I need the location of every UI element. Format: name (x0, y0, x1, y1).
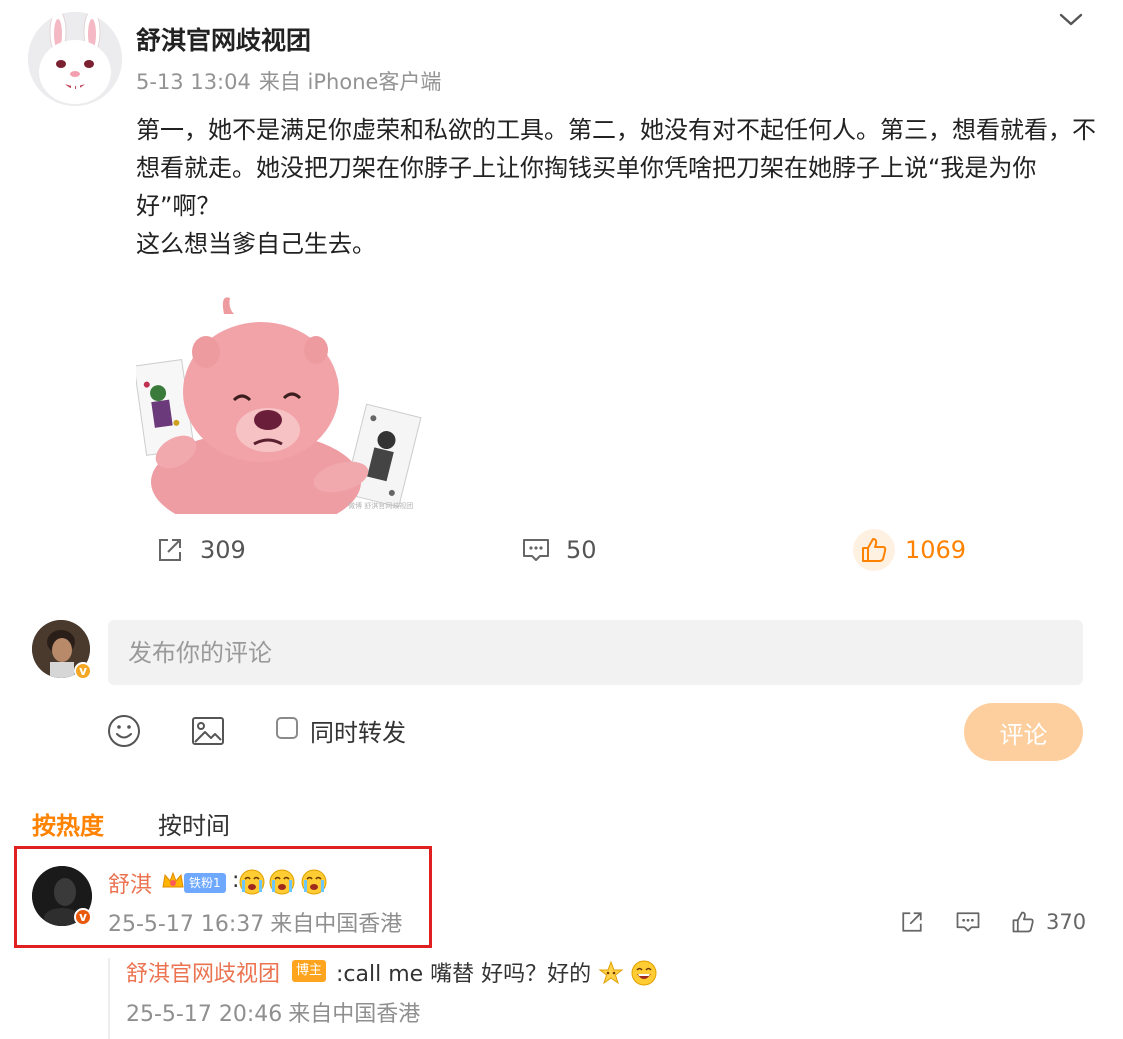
emoji-icon[interactable] (106, 713, 142, 749)
comment-like-count: 370 (1046, 910, 1087, 934)
comment-like-button[interactable]: 370 (1010, 906, 1086, 938)
author-avatar[interactable] (28, 12, 122, 106)
comment-share-button[interactable] (898, 906, 926, 938)
repost-checkbox-label[interactable]: 同时转发 (310, 713, 406, 748)
verified-badge-icon: v (74, 908, 92, 926)
reply-meta: 25-5-17 20:46 来自中国香港 (126, 996, 426, 1028)
comment-source: 来自中国香港 (270, 912, 403, 937)
comment-meta: 25-5-17 16:37 来自中国香港 (108, 906, 408, 938)
crown-icon (160, 869, 186, 893)
repost-button[interactable]: 309 (154, 530, 246, 570)
share-icon (902, 912, 922, 932)
comment-date: 25-5-17 16:37 (108, 912, 265, 937)
comment-icon (956, 912, 980, 932)
tab-sort-time[interactable]: 按时间 (158, 806, 230, 841)
post-date[interactable]: 5-13 13:04 (136, 70, 251, 94)
submit-comment-button[interactable]: 评论 (964, 703, 1083, 761)
comment-reply-button[interactable] (954, 906, 982, 938)
comment-author-name[interactable]: 舒淇 (108, 867, 152, 899)
share-icon (159, 539, 181, 561)
reply-source: 来自中国香港 (288, 1002, 421, 1027)
image-upload-icon[interactable] (190, 713, 226, 749)
chevron-down-icon[interactable] (1056, 10, 1086, 30)
thumbs-up-icon (1012, 911, 1034, 933)
crying-emoji-icon (268, 868, 296, 896)
reply-content: :call me 嘴替 好吗？好的 (336, 962, 592, 987)
comment-icon (523, 539, 549, 561)
comment-count: 50 (566, 536, 597, 564)
tab-sort-hot[interactable]: 按热度 (32, 806, 104, 841)
pink-beaver-sticker: 微博 舒淇官网歧视团 (136, 292, 436, 514)
post-image[interactable]: 微博 舒淇官网歧视团 (136, 292, 436, 514)
laughing-emoji-icon (631, 960, 657, 986)
reply-divider (108, 958, 110, 1039)
repost-checkbox[interactable] (276, 717, 298, 739)
post-author-name[interactable]: 舒淇官网歧视团 (136, 21, 311, 57)
like-button[interactable]: 1069 (853, 529, 967, 571)
comment-button[interactable]: 50 (520, 530, 597, 570)
image-watermark: 微博 舒淇官网歧视团 (348, 501, 413, 510)
post-source: 来自 iPhone客户端 (258, 70, 442, 94)
post-meta: 5-13 13:04 来自 iPhone客户端 (136, 66, 449, 96)
post-text: 第一，她不是满足你虚荣和私欲的工具。第二，她没有对不起任何人。第三，想看就看，不… (136, 111, 1096, 263)
comment-input[interactable] (108, 620, 1083, 685)
commenter-avatar[interactable]: v (32, 866, 92, 928)
fan-level-badge: 铁粉1 (184, 873, 226, 893)
current-user-avatar[interactable]: v (32, 620, 92, 680)
repost-count: 309 (200, 536, 246, 564)
crying-emoji-icon (300, 868, 328, 896)
host-badge: 博主 (292, 960, 327, 982)
reply-author-name[interactable]: 舒淇官网歧视团 (126, 956, 280, 988)
like-icon (853, 529, 895, 571)
reply-date: 25-5-17 20:46 (126, 1002, 283, 1027)
reply-text: :call me 嘴替 好吗？好的 (336, 956, 657, 988)
bunny-avatar-illustration (28, 12, 122, 106)
post-paragraph: 这么想当爹自己生去。 (136, 230, 376, 258)
crying-emoji-icon (238, 868, 266, 896)
like-count: 1069 (905, 536, 967, 564)
post-paragraph: 第一，她不是满足你虚荣和私欲的工具。第二，她没有对不起任何人。第三，想看就看，不… (136, 116, 1096, 220)
star-emoji-icon (598, 960, 624, 985)
verified-badge-icon: v (74, 662, 92, 680)
